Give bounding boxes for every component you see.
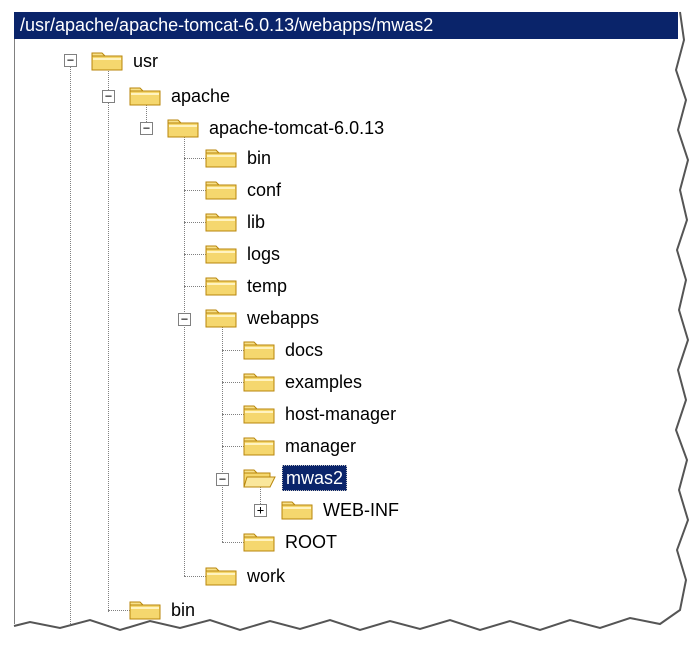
tree-line [222,350,244,351]
tree-line [222,414,244,415]
tree-item-label: temp [247,276,288,296]
tree-item-label: conf [247,180,282,200]
expand-toggle-web-inf[interactable]: + [254,504,267,517]
tree-item-logs[interactable]: logs [204,238,283,270]
open-folder-icon [243,469,276,488]
tree-item-temp[interactable]: temp [204,270,290,302]
tree-item-label: ROOT [285,532,337,552]
tree-item-examples[interactable]: examples [242,366,365,398]
tree-item-apache-tomcat[interactable]: apache-tomcat-6.0.13 [166,112,387,144]
tree-line [222,326,223,542]
tree-item-label: apache-tomcat-6.0.13 [209,118,385,138]
tree-line [184,134,185,576]
tree-item-apache[interactable]: apache [128,80,233,112]
folder-icon [243,533,275,552]
tree-item-label: webapps [247,308,320,328]
folder-icon [205,213,237,232]
tree-line [108,610,130,611]
folder-icon [205,277,237,296]
tree-item-usr[interactable]: usr [90,45,161,77]
folder-icon [205,181,237,200]
tree-item-label: examples [285,372,363,392]
tree-item-label-selected: mwas2 [282,465,348,491]
tree-line [222,542,244,543]
folder-icon [167,119,199,138]
tree-item-label: logs [247,244,281,264]
collapse-toggle-mwas2[interactable]: − [216,473,229,486]
collapse-toggle-usr[interactable]: − [64,54,77,67]
tree-item-label: apache [171,86,231,106]
collapse-toggle-webapps[interactable]: − [178,313,191,326]
tree-item-webapps[interactable]: webapps [204,302,322,334]
tree-item-manager[interactable]: manager [242,430,359,462]
tree-item-docs[interactable]: docs [242,334,326,366]
tree-item-label: docs [285,340,324,360]
tree-item-label: manager [285,436,357,456]
tree-line [108,66,109,612]
tree-item-label: bin [171,600,196,620]
tree-line [184,254,206,255]
folder-icon [129,601,161,620]
tree-item-root[interactable]: ROOT [242,526,340,558]
tree-line [222,446,244,447]
tree-line [184,576,206,577]
tree-item-conf[interactable]: conf [204,174,284,206]
tree-item-bin-root-level[interactable]: bin [128,594,198,626]
tree-item-lib[interactable]: lib [204,206,268,238]
tree-line [222,382,244,383]
folder-icon [281,501,313,520]
folder-icon [205,567,237,586]
tree-item-host-manager[interactable]: host-manager [242,398,399,430]
tree-item-label: host-manager [285,404,397,424]
folder-icon [243,437,275,456]
folder-icon [243,405,275,424]
tree-line [184,158,206,159]
collapse-toggle-tomcat[interactable]: − [140,122,153,135]
tree-item-label: work [247,566,286,586]
folder-icon [205,309,237,328]
tree-item-label: usr [133,51,159,71]
tree-item-mwas2[interactable]: mwas2 [242,462,348,494]
folder-tree[interactable]: − − − − − + usr apache apache-tomcat-6.0… [0,0,692,652]
folder-icon [91,52,123,71]
tree-item-work[interactable]: work [204,560,288,592]
tree-line [184,190,206,191]
tree-item-bin[interactable]: bin [204,142,274,174]
folder-icon [243,373,275,392]
tree-item-label: lib [247,212,266,232]
folder-icon [243,341,275,360]
tree-item-label: bin [247,148,272,168]
folder-icon [205,245,237,264]
folder-icon [205,149,237,168]
collapse-toggle-apache[interactable]: − [102,90,115,103]
tree-item-label: WEB-INF [323,500,399,520]
tree-line [184,286,206,287]
tree-line [184,222,206,223]
tree-item-web-inf[interactable]: WEB-INF [280,494,402,526]
folder-icon [129,87,161,106]
tree-line [70,66,71,626]
